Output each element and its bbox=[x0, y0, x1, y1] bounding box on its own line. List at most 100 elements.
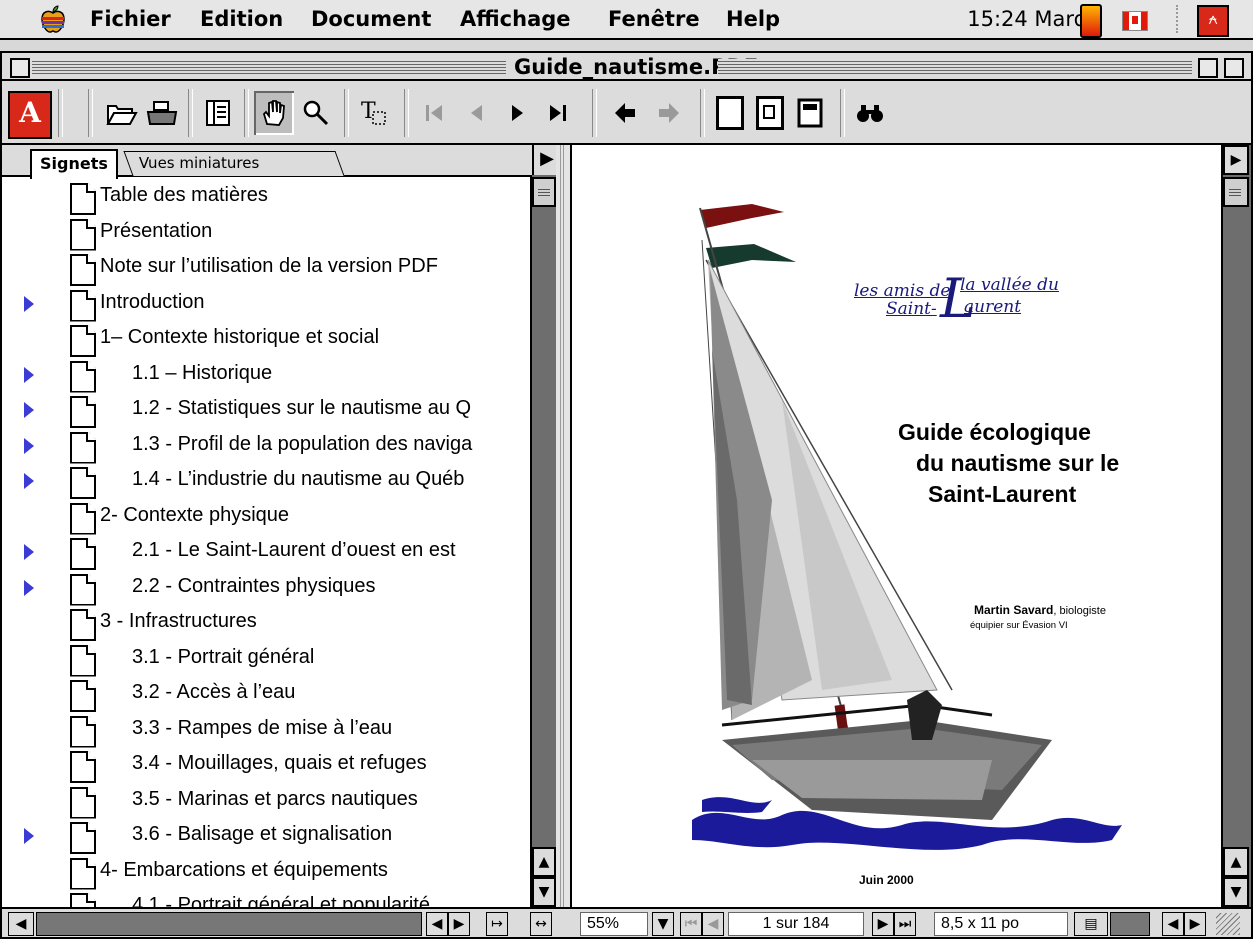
document-hscroll-track[interactable] bbox=[1110, 912, 1150, 936]
close-box-icon[interactable] bbox=[10, 58, 30, 78]
find-icon[interactable] bbox=[850, 91, 890, 135]
menu-clock[interactable]: 15:24 Mard bbox=[967, 7, 1087, 31]
menu-fichier[interactable]: Fichier bbox=[90, 7, 171, 31]
bookmark-item[interactable]: 3.1 - Portrait général bbox=[2, 643, 530, 679]
scroll-left-arrow[interactable]: ◀ bbox=[426, 912, 448, 936]
actual-size-icon[interactable] bbox=[710, 91, 750, 135]
expand-triangle-icon[interactable] bbox=[24, 366, 34, 383]
bookmark-label: Présentation bbox=[100, 219, 213, 242]
print-icon[interactable] bbox=[142, 91, 182, 135]
bookmark-item[interactable]: 4.1 - Portrait général et popularité bbox=[2, 891, 530, 907]
scroll-left-arrow[interactable]: ◀ bbox=[1162, 912, 1184, 936]
scroll-up-arrow[interactable]: ▲ bbox=[1223, 847, 1249, 877]
collapse-box-icon[interactable] bbox=[1224, 58, 1244, 78]
bookmark-item[interactable]: 1.2 - Statistiques sur le nautisme au Q bbox=[2, 394, 530, 430]
expand-triangle-icon[interactable] bbox=[24, 402, 34, 418]
scroll-right-arrow[interactable]: ▶ bbox=[448, 912, 470, 936]
bookmark-item[interactable]: 3.3 - Rampes de mise à l’eau bbox=[2, 714, 530, 750]
toolbar-separator bbox=[404, 89, 409, 137]
tab-thumbnails[interactable]: Vues miniatures bbox=[123, 151, 345, 176]
bookmark-hscroll-track[interactable] bbox=[36, 912, 422, 936]
expand-triangle-icon[interactable] bbox=[24, 437, 34, 454]
bookmark-scrollbar[interactable]: ▲ ▼ bbox=[530, 175, 558, 907]
expand-triangle-icon[interactable] bbox=[24, 579, 34, 596]
bookmark-label: 1– Contexte historique et social bbox=[100, 326, 380, 348]
go-forward-icon[interactable] bbox=[648, 91, 688, 135]
zoom-dropdown-icon[interactable]: ▼ bbox=[652, 912, 674, 936]
bookmark-item[interactable]: 2.2 - Contraintes physiques bbox=[2, 572, 530, 608]
tab-bookmarks[interactable]: Signets bbox=[30, 149, 118, 179]
show-panel-icon[interactable] bbox=[198, 91, 238, 135]
expand-triangle-icon[interactable] bbox=[24, 544, 34, 560]
open-icon[interactable] bbox=[102, 91, 142, 135]
panel-resize-grip-icon[interactable]: ◀ bbox=[8, 912, 34, 936]
zoom-field[interactable]: 55% bbox=[580, 912, 648, 936]
bookmark-options-icon[interactable]: ↦ bbox=[486, 912, 508, 936]
zoom-tool-icon[interactable] bbox=[296, 91, 336, 135]
bookmark-item[interactable]: 1– Contexte historique et social bbox=[2, 323, 530, 359]
window-resize-grip-icon[interactable] bbox=[1216, 913, 1240, 935]
expand-triangle-icon[interactable] bbox=[24, 828, 34, 844]
bookmark-item[interactable]: 2.1 - Le Saint-Laurent d’ouest en est bbox=[2, 536, 530, 572]
logo-text-1: les amis de bbox=[854, 281, 951, 301]
menu-document[interactable]: Document bbox=[311, 7, 431, 31]
zoom-box-icon[interactable] bbox=[1198, 58, 1218, 78]
bookmark-item[interactable]: 3 - Infrastructures bbox=[2, 607, 530, 643]
go-back-icon[interactable] bbox=[606, 91, 646, 135]
menu-fenetre[interactable]: Fenêtre bbox=[608, 7, 700, 31]
bookmark-item[interactable]: Présentation bbox=[2, 217, 530, 253]
bookmark-item[interactable]: 1.1 – Historique bbox=[2, 359, 530, 395]
menu-help[interactable]: Help bbox=[726, 7, 780, 31]
page-layout-icon[interactable]: ▤ bbox=[1074, 912, 1108, 936]
panel-toggle-arrow[interactable]: ▶ bbox=[1223, 145, 1249, 175]
toolbar-separator bbox=[244, 89, 249, 137]
bookmark-item[interactable]: Note sur l’utilisation de la version PDF bbox=[2, 252, 530, 288]
first-page-icon[interactable] bbox=[414, 91, 454, 135]
document-view[interactable]: les amis de L la vallée du Saint- aurent… bbox=[572, 145, 1253, 907]
prev-page-icon[interactable] bbox=[456, 91, 496, 135]
bookmark-item[interactable]: 1.4 - L’industrie du nautisme au Québ bbox=[2, 465, 530, 501]
bookmark-scroll-thumb[interactable] bbox=[532, 177, 556, 207]
scroll-up-arrow[interactable]: ▲ bbox=[532, 847, 556, 877]
canada-flag-icon[interactable] bbox=[1122, 11, 1148, 31]
scroll-down-arrow[interactable]: ▼ bbox=[1223, 877, 1249, 907]
fit-width-icon[interactable] bbox=[790, 91, 830, 135]
acrobat-app-icon[interactable]: ⍲ bbox=[1197, 5, 1229, 37]
document-scroll-thumb[interactable] bbox=[1223, 177, 1249, 207]
title-line: Guide écologique bbox=[898, 419, 1091, 445]
status-first-page-icon[interactable]: ⏮ bbox=[680, 912, 702, 936]
bookmark-item[interactable]: 4- Embarcations et équipements bbox=[2, 856, 530, 892]
next-page-icon[interactable] bbox=[498, 91, 538, 135]
bookmark-item[interactable]: 3.2 - Accès à l’eau bbox=[2, 678, 530, 714]
document-scrollbar[interactable]: ▶ ▲ ▼ bbox=[1221, 145, 1251, 907]
battery-icon[interactable] bbox=[1080, 4, 1102, 38]
fit-page-icon[interactable] bbox=[750, 91, 790, 135]
last-page-icon[interactable] bbox=[538, 91, 578, 135]
expand-triangle-icon[interactable] bbox=[24, 473, 34, 489]
hand-tool-icon[interactable] bbox=[254, 91, 294, 135]
bookmark-item[interactable]: Introduction bbox=[2, 288, 530, 324]
text-select-icon[interactable]: T bbox=[354, 91, 394, 135]
status-last-page-icon[interactable]: ⏭ bbox=[894, 912, 916, 936]
bookmark-page-icon bbox=[70, 467, 96, 499]
bookmark-item[interactable]: 2- Contexte physique bbox=[2, 501, 530, 537]
scroll-right-arrow[interactable]: ▶ bbox=[1184, 912, 1206, 936]
bookmark-item[interactable]: 1.3 - Profil de la population des naviga bbox=[2, 430, 530, 466]
status-prev-page-icon[interactable]: ◀ bbox=[702, 912, 724, 936]
title-line: du nautisme sur le bbox=[916, 450, 1120, 476]
menu-edition[interactable]: Edition bbox=[200, 7, 283, 31]
panel-splitter[interactable] bbox=[556, 145, 572, 907]
window-title-bar[interactable]: Guide_nautisme.PDF bbox=[0, 51, 1253, 81]
status-next-page-icon[interactable]: ▶ bbox=[872, 912, 894, 936]
expand-triangle-icon[interactable] bbox=[24, 295, 34, 312]
page-number-field[interactable]: 1 sur 184 bbox=[728, 912, 864, 936]
bookmark-item[interactable]: Table des matières bbox=[2, 181, 530, 217]
menu-affichage[interactable]: Affichage bbox=[460, 7, 571, 31]
bookmark-item[interactable]: 3.6 - Balisage et signalisation bbox=[2, 820, 530, 856]
bookmark-label: 1.3 - Profil de la population des naviga bbox=[132, 432, 473, 455]
bookmark-item[interactable]: 3.5 - Marinas et parcs nautiques bbox=[2, 785, 530, 821]
scroll-down-arrow[interactable]: ▼ bbox=[532, 877, 556, 907]
bookmark-item[interactable]: 3.4 - Mouillages, quais et refuges bbox=[2, 749, 530, 785]
split-toggle-icon[interactable]: ↔ bbox=[530, 912, 552, 936]
apple-menu-icon[interactable] bbox=[38, 4, 68, 34]
